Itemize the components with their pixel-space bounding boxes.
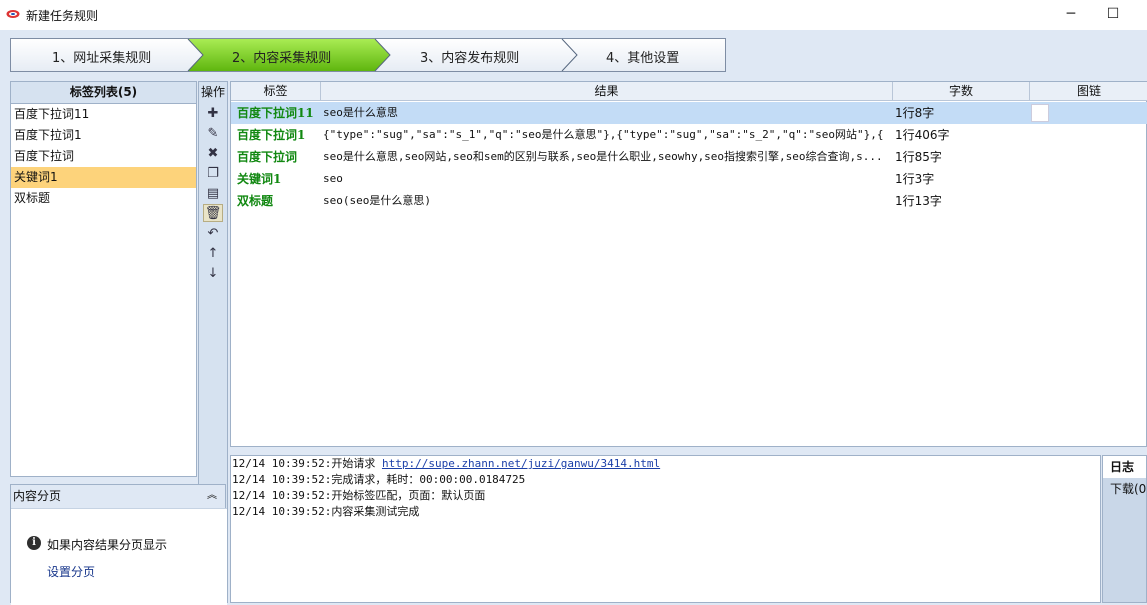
column-header-image-link[interactable]: 图链 <box>1030 82 1147 101</box>
undo-icon: ↶ <box>207 225 219 241</box>
move-down-icon: ↓ <box>207 265 219 281</box>
edit-label-button[interactable]: ✎ <box>203 124 223 142</box>
copy-icon: ❐ <box>207 165 219 181</box>
table-row[interactable]: 双标题 seo(seo是什么意思) 1行13字 <box>231 190 1147 212</box>
table-row[interactable]: 百度下拉词11 seo是什么意思 1行8字 <box>231 102 1147 124</box>
content-paging-header[interactable]: 内容分页 ︽ <box>11 485 225 507</box>
row-count: 1行8字 <box>895 106 935 120</box>
paste-icon: ▤ <box>206 185 220 201</box>
edit-icon: ✎ <box>207 125 219 141</box>
table-row[interactable]: 关键词1 seo 1行3字 <box>231 168 1147 190</box>
step-3-publish-rules[interactable]: 3、内容发布规则 <box>420 47 519 66</box>
row-result: seo <box>323 172 343 185</box>
undo-button[interactable]: ↶ <box>203 224 223 242</box>
tab-log[interactable]: 日志 <box>1103 456 1146 478</box>
row-count: 1行406字 <box>895 128 950 142</box>
row-image-link-cell[interactable] <box>1031 104 1049 122</box>
info-icon: i <box>27 536 41 550</box>
content-paging-title: 内容分页 <box>13 489 62 503</box>
delete-icon: ✖ <box>207 145 219 161</box>
move-up-button[interactable]: ↑ <box>203 244 223 262</box>
operations-header: 操作 <box>200 85 225 99</box>
column-header-count[interactable]: 字数 <box>893 82 1030 101</box>
label-list-item[interactable]: 百度下拉词 <box>11 146 196 167</box>
result-table: 标签 结果 字数 图链 百度下拉词11 seo是什么意思 1行8字 百度下拉词1… <box>230 81 1147 447</box>
delete-label-button[interactable]: ✖ <box>203 144 223 162</box>
table-row[interactable]: 百度下拉词1 {"type":"sug","sa":"s_1","q":"seo… <box>231 124 1147 146</box>
content-paging-panel: 内容分页 ︽ i 如果内容结果分页显示 设置分页 <box>10 484 227 605</box>
log-line: 12/14 10:39:52:开始请求 http://supe.zhann.ne… <box>231 456 1100 472</box>
move-up-icon: ↑ <box>207 245 219 261</box>
tab-download[interactable]: 下载(0 <box>1103 478 1146 500</box>
row-tag: 双标题 <box>237 194 274 208</box>
move-down-button[interactable]: ↓ <box>203 264 223 282</box>
column-header-tag[interactable]: 标签 <box>231 82 321 101</box>
table-row[interactable]: 百度下拉词 seo是什么意思,seo网站,seo和sem的区别与联系,seo是什… <box>231 146 1147 168</box>
row-tag: 百度下拉词1 <box>237 128 306 142</box>
row-tag: 关键词1 <box>237 172 282 186</box>
step-1-url-rules[interactable]: 1、网址采集规则 <box>52 47 151 66</box>
step-2-content-rules[interactable]: 2、内容采集规则 <box>232 47 331 66</box>
column-header-result[interactable]: 结果 <box>321 82 893 101</box>
step-4-other-settings[interactable]: 4、其他设置 <box>606 47 679 66</box>
app-logo-icon <box>6 10 20 18</box>
row-tag: 百度下拉词11 <box>237 106 314 120</box>
label-list-item[interactable]: 百度下拉词11 <box>11 104 196 125</box>
row-tag: 百度下拉词 <box>237 150 298 164</box>
log-side-tabs: 日志 下载(0 <box>1102 455 1147 603</box>
row-result: seo(seo是什么意思) <box>323 194 431 207</box>
add-label-button[interactable]: ✚ <box>203 104 223 122</box>
row-count: 1行13字 <box>895 194 942 208</box>
row-result: seo是什么意思,seo网站,seo和sem的区别与联系,seo是什么职业,se… <box>323 150 883 163</box>
copy-label-button[interactable]: ❐ <box>203 164 223 182</box>
log-output[interactable]: 12/14 10:39:52:开始请求 http://supe.zhann.ne… <box>230 455 1101 603</box>
step-wizard: 1、网址采集规则 2、内容采集规则 3、内容发布规则 4、其他设置 <box>10 38 726 72</box>
row-count: 1行85字 <box>895 150 942 164</box>
label-list-header: 标签列表(5) <box>11 82 196 104</box>
log-line: 12/14 10:39:52:内容采集测试完成 <box>232 505 420 518</box>
log-url-link[interactable]: http://supe.zhann.net/juzi/ganwu/3414.ht… <box>382 457 660 470</box>
paging-info-text: 如果内容结果分页显示 <box>47 538 168 552</box>
collapse-icon[interactable]: ︽ <box>207 485 217 507</box>
clear-labels-button[interactable]: 🗑 <box>203 204 223 222</box>
content-paging-body: i 如果内容结果分页显示 设置分页 <box>11 508 227 605</box>
set-paging-link[interactable]: 设置分页 <box>47 563 95 580</box>
log-line: 12/14 10:39:52:完成请求，耗时：00:00:00.0184725 <box>232 473 526 486</box>
row-result: {"type":"sug","sa":"s_1","q":"seo是什么意思"}… <box>323 128 885 141</box>
window-title: 新建任务规则 <box>26 9 99 23</box>
row-count: 1行3字 <box>895 172 935 186</box>
trash-icon: 🗑 <box>204 205 222 221</box>
paste-label-button[interactable]: ▤ <box>203 184 223 202</box>
add-icon: ✚ <box>207 105 219 121</box>
maximize-button[interactable]: ☐ <box>1102 5 1124 23</box>
label-list-item[interactable]: 百度下拉词1 <box>11 125 196 146</box>
log-line: 12/14 10:39:52:开始标签匹配，页面：默认页面 <box>232 489 486 502</box>
label-list-item[interactable]: 双标题 <box>11 188 196 209</box>
log-line-text: 12/14 10:39:52:开始请求 <box>232 457 382 470</box>
minimize-button[interactable]: ─ <box>1060 5 1082 23</box>
label-list-item-selected[interactable]: 关键词1 <box>11 167 196 188</box>
title-bar: 新建任务规则 ─ ☐ <box>0 0 1147 30</box>
row-result: seo是什么意思 <box>323 106 398 119</box>
label-list-panel: 标签列表(5) 百度下拉词11 百度下拉词1 百度下拉词 关键词1 双标题 <box>10 81 197 477</box>
